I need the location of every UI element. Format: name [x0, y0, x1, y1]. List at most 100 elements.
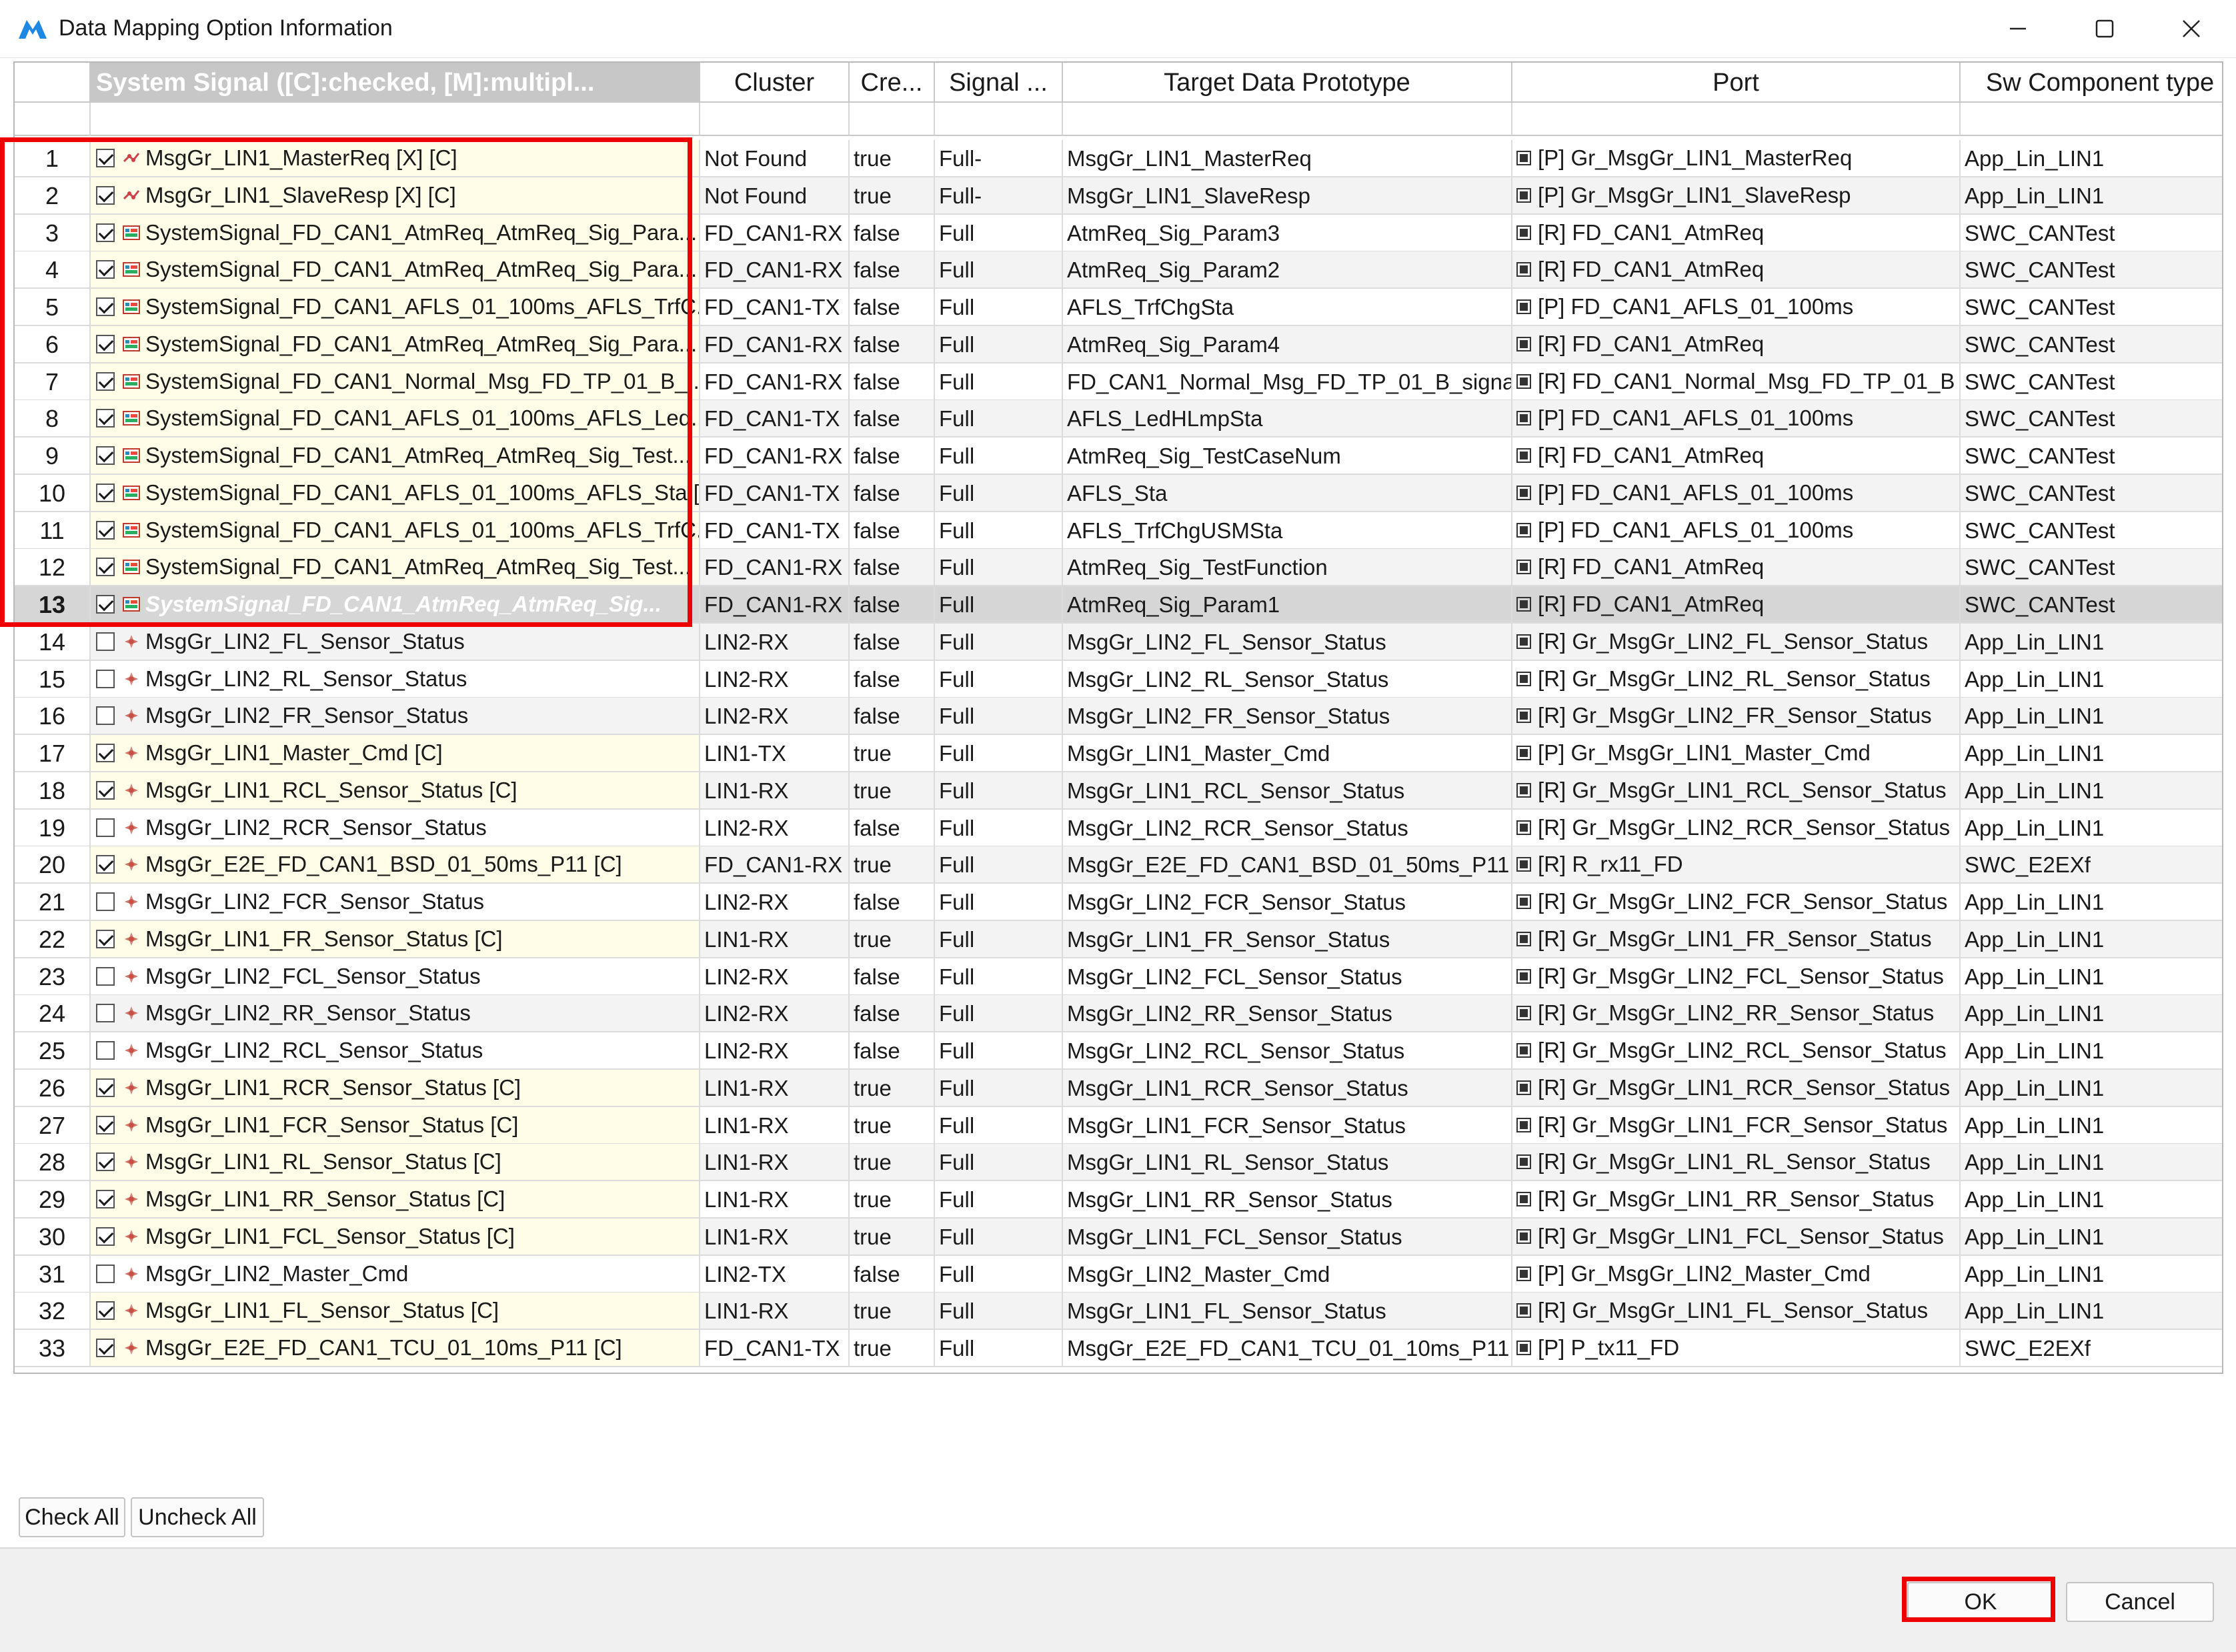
- row-checkbox[interactable]: [96, 1152, 115, 1172]
- row-checkbox[interactable]: [96, 371, 115, 391]
- table-row[interactable]: 31 MsgGr_LIN2_Master_Cmd LIN2-TX false Full M…: [15, 1255, 2222, 1293]
- table-row[interactable]: 3 SystemSignal_FD_CAN1_AtmReq_AtmReq_Sig_…: [15, 214, 2222, 252]
- system-signal-cell[interactable]: SystemSignal_FD_CAN1_AtmReq_AtmReq_Sig_T…: [91, 549, 700, 587]
- system-signal-cell[interactable]: MsgGr_LIN2_RR_Sensor_Status: [91, 995, 700, 1033]
- column-header-system-signal[interactable]: System Signal ([C]:checked, [M]:multipl.…: [91, 63, 700, 103]
- system-signal-cell[interactable]: MsgGr_LIN1_FCR_Sensor_Status [C]: [91, 1106, 700, 1144]
- row-checkbox[interactable]: [96, 1078, 115, 1097]
- table-row[interactable]: 30 MsgGr_LIN1_FCL_Sensor_Status [C] LIN1-R…: [15, 1218, 2222, 1256]
- column-header-port[interactable]: Port: [1512, 63, 1961, 103]
- system-signal-cell[interactable]: SystemSignal_FD_CAN1_AFLS_01_100ms_AFLS_…: [91, 512, 700, 550]
- row-checkbox[interactable]: [96, 1339, 115, 1357]
- row-checkbox[interactable]: [96, 223, 115, 242]
- system-signal-cell[interactable]: MsgGr_LIN1_RR_Sensor_Status [C]: [91, 1181, 700, 1218]
- row-checkbox[interactable]: [96, 1004, 115, 1023]
- system-signal-cell[interactable]: SystemSignal_FD_CAN1_AFLS_01_100ms_AFLS_…: [91, 400, 700, 438]
- row-checkbox[interactable]: [96, 149, 115, 167]
- system-signal-cell[interactable]: MsgGr_LIN1_Master_Cmd [C]: [91, 735, 700, 772]
- row-checkbox[interactable]: [96, 669, 115, 688]
- system-signal-cell[interactable]: MsgGr_LIN1_FCL_Sensor_Status [C]: [91, 1218, 700, 1256]
- table-row[interactable]: 28 MsgGr_LIN1_RL_Sensor_Status [C] LIN1-RX…: [15, 1144, 2222, 1182]
- table-row[interactable]: 26 MsgGr_LIN1_RCR_Sensor_Status [C] LIN1-R…: [15, 1069, 2222, 1107]
- table-row[interactable]: 1 MsgGr_LIN1_MasterReq [X] [C] Not Found tr…: [15, 140, 2222, 177]
- row-checkbox[interactable]: [96, 260, 115, 279]
- system-signal-cell[interactable]: MsgGr_LIN1_FR_Sensor_Status [C]: [91, 920, 700, 958]
- table-row[interactable]: 8 SystemSignal_FD_CAN1_AFLS_01_100ms_AFLS…: [15, 400, 2222, 438]
- system-signal-cell[interactable]: MsgGr_LIN2_RL_Sensor_Status: [91, 660, 700, 698]
- table-row[interactable]: 22 MsgGr_LIN1_FR_Sensor_Status [C] LIN1-RX…: [15, 920, 2222, 958]
- row-checkbox[interactable]: [96, 929, 115, 948]
- system-signal-cell[interactable]: MsgGr_LIN2_FCL_Sensor_Status: [91, 958, 700, 996]
- table-row[interactable]: 32 MsgGr_LIN1_FL_Sensor_Status [C] LIN1-RX…: [15, 1293, 2222, 1331]
- filter-cell[interactable]: [850, 103, 935, 136]
- system-signal-cell[interactable]: MsgGr_LIN1_RL_Sensor_Status [C]: [91, 1144, 700, 1182]
- table-row[interactable]: 14 MsgGr_LIN2_FL_Sensor_Status LIN2-RX fals…: [15, 623, 2222, 661]
- mapping-table[interactable]: System Signal ([C]:checked, [M]:multipl.…: [13, 61, 2223, 1374]
- table-row[interactable]: 18 MsgGr_LIN1_RCL_Sensor_Status [C] LIN1-R…: [15, 772, 2222, 810]
- table-row[interactable]: 15 MsgGr_LIN2_RL_Sensor_Status LIN2-RX fals…: [15, 660, 2222, 698]
- row-checkbox[interactable]: [96, 558, 115, 577]
- table-row[interactable]: 10 SystemSignal_FD_CAN1_AFLS_01_100ms_AFL…: [15, 474, 2222, 512]
- row-checkbox[interactable]: [96, 520, 115, 540]
- system-signal-cell[interactable]: MsgGr_LIN2_RCL_Sensor_Status: [91, 1032, 700, 1070]
- table-row[interactable]: 6 SystemSignal_FD_CAN1_AtmReq_AtmReq_Sig_…: [15, 325, 2222, 363]
- column-header-target-data-prototype[interactable]: Target Data Prototype: [1063, 63, 1512, 103]
- close-button[interactable]: [2147, 0, 2235, 57]
- system-signal-cell[interactable]: MsgGr_LIN1_MasterReq [X] [C]: [91, 140, 700, 177]
- row-checkbox[interactable]: [96, 1301, 115, 1321]
- row-checkbox[interactable]: [96, 966, 115, 986]
- filter-cell[interactable]: [91, 103, 700, 136]
- system-signal-cell[interactable]: SystemSignal_FD_CAN1_AtmReq_AtmReq_Sig..…: [91, 586, 700, 624]
- system-signal-cell[interactable]: MsgGr_LIN1_FL_Sensor_Status [C]: [91, 1293, 700, 1331]
- table-row[interactable]: 5 SystemSignal_FD_CAN1_AFLS_01_100ms_AFLS…: [15, 289, 2222, 326]
- table-row[interactable]: 27 MsgGr_LIN1_FCR_Sensor_Status [C] LIN1-R…: [15, 1106, 2222, 1144]
- row-checkbox[interactable]: [96, 818, 115, 837]
- row-checkbox[interactable]: [96, 1264, 115, 1283]
- system-signal-cell[interactable]: SystemSignal_FD_CAN1_Normal_Msg_FD_TP_01…: [91, 363, 700, 401]
- system-signal-cell[interactable]: SystemSignal_FD_CAN1_AtmReq_AtmReq_Sig_P…: [91, 325, 700, 363]
- check-all-button[interactable]: Check All: [19, 1497, 125, 1537]
- table-row[interactable]: 20 MsgGr_E2E_FD_CAN1_BSD_01_50ms_P11 [C] F…: [15, 846, 2222, 884]
- system-signal-cell[interactable]: SystemSignal_FD_CAN1_AtmReq_AtmReq_Sig_T…: [91, 438, 700, 475]
- table-row[interactable]: 7 SystemSignal_FD_CAN1_Normal_Msg_FD_TP_0…: [15, 363, 2222, 401]
- row-checkbox[interactable]: [96, 744, 115, 762]
- table-row[interactable]: 9 SystemSignal_FD_CAN1_AtmReq_AtmReq_Sig_…: [15, 438, 2222, 475]
- system-signal-cell[interactable]: MsgGr_LIN2_FCR_Sensor_Status: [91, 884, 700, 921]
- row-checkbox[interactable]: [96, 595, 115, 614]
- system-signal-cell[interactable]: SystemSignal_FD_CAN1_AFLS_01_100ms_AFLS_…: [91, 289, 700, 326]
- row-checkbox[interactable]: [96, 409, 115, 428]
- minimize-button[interactable]: [1974, 0, 2062, 57]
- system-signal-cell[interactable]: MsgGr_LIN1_RCL_Sensor_Status [C]: [91, 772, 700, 810]
- system-signal-cell[interactable]: MsgGr_E2E_FD_CAN1_TCU_01_10ms_P11 [C]: [91, 1330, 700, 1367]
- row-checkbox[interactable]: [96, 780, 115, 800]
- row-checkbox[interactable]: [96, 297, 115, 316]
- row-checkbox[interactable]: [96, 446, 115, 465]
- filter-cell[interactable]: [1961, 103, 2222, 136]
- column-header-signal[interactable]: Signal ...: [935, 63, 1063, 103]
- system-signal-cell[interactable]: MsgGr_LIN2_FL_Sensor_Status: [91, 623, 700, 661]
- cancel-button[interactable]: Cancel: [2066, 1582, 2214, 1622]
- ok-button[interactable]: OK: [1907, 1582, 2054, 1622]
- system-signal-cell[interactable]: SystemSignal_FD_CAN1_AtmReq_AtmReq_Sig_P…: [91, 214, 700, 252]
- table-row[interactable]: 11 SystemSignal_FD_CAN1_AFLS_01_100ms_AFL…: [15, 512, 2222, 550]
- row-checkbox[interactable]: [96, 706, 115, 726]
- row-checkbox[interactable]: [96, 855, 115, 874]
- row-checkbox[interactable]: [96, 1115, 115, 1134]
- table-row[interactable]: 12 SystemSignal_FD_CAN1_AtmReq_AtmReq_Sig…: [15, 549, 2222, 587]
- system-signal-cell[interactable]: MsgGr_LIN2_FR_Sensor_Status: [91, 698, 700, 736]
- system-signal-cell[interactable]: MsgGr_E2E_FD_CAN1_BSD_01_50ms_P11 [C]: [91, 846, 700, 884]
- filter-cell[interactable]: [1512, 103, 1961, 136]
- table-row[interactable]: 23 MsgGr_LIN2_FCL_Sensor_Status LIN2-RX fal…: [15, 958, 2222, 996]
- system-signal-cell[interactable]: MsgGr_LIN1_RCR_Sensor_Status [C]: [91, 1069, 700, 1107]
- system-signal-cell[interactable]: SystemSignal_FD_CAN1_AFLS_01_100ms_AFLS_…: [91, 474, 700, 512]
- system-signal-cell[interactable]: MsgGr_LIN2_Master_Cmd: [91, 1255, 700, 1293]
- maximize-button[interactable]: [2061, 0, 2149, 57]
- table-row[interactable]: 25 MsgGr_LIN2_RCL_Sensor_Status LIN2-RX fal…: [15, 1032, 2222, 1070]
- table-row[interactable]: 19 MsgGr_LIN2_RCR_Sensor_Status LIN2-RX fal…: [15, 809, 2222, 847]
- table-row[interactable]: 33 MsgGr_E2E_FD_CAN1_TCU_01_10ms_P11 [C] F…: [15, 1330, 2222, 1367]
- column-header-created[interactable]: Cre...: [850, 63, 935, 103]
- filter-cell[interactable]: [935, 103, 1063, 136]
- table-row[interactable]: 16 MsgGr_LIN2_FR_Sensor_Status LIN2-RX fals…: [15, 698, 2222, 736]
- table-row[interactable]: 13 SystemSignal_FD_CAN1_AtmReq_AtmReq_Sig…: [15, 586, 2222, 624]
- filter-cell[interactable]: [1063, 103, 1512, 136]
